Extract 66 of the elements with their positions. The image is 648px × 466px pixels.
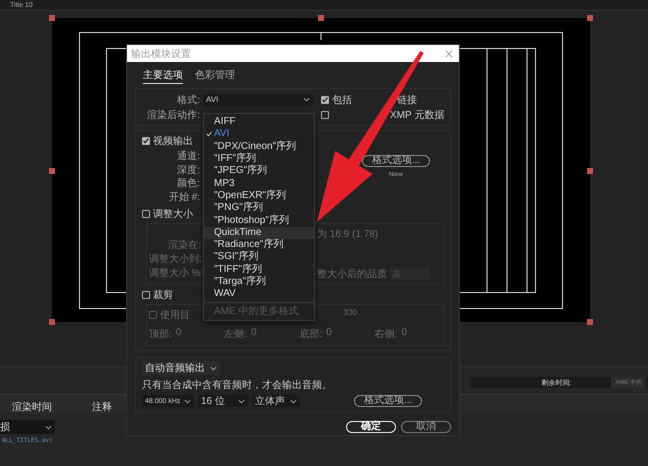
dialog-button[interactable]: 取消 <box>401 421 451 433</box>
bit-depth-dropdown[interactable]: 16 位 <box>198 395 248 407</box>
dialog-title: 输出模块设置 <box>131 48 191 60</box>
field-label: 深度: <box>176 164 200 177</box>
caret-icon <box>210 366 217 370</box>
close-icon[interactable] <box>445 50 453 58</box>
checkbox-label: 包括 <box>332 94 352 106</box>
format-options-button[interactable]: 格式选项... <box>354 395 422 407</box>
crop-size-text: 330 <box>344 308 357 319</box>
caret-icon <box>303 97 310 102</box>
menu-item[interactable]: QuickTime <box>204 226 314 239</box>
field-label: 整大小后的品质 <box>317 268 387 281</box>
format-dropdown[interactable]: AVI <box>203 94 313 106</box>
checkbox[interactable] <box>321 96 329 104</box>
caret-icon <box>290 398 297 404</box>
caret-icon <box>45 424 52 430</box>
menu-item[interactable]: "OpenEXR"序列 <box>204 190 314 202</box>
tab[interactable]: 色彩管理 <box>195 68 235 84</box>
dialog-button[interactable]: 确定 <box>346 421 396 433</box>
menu-item[interactable]: AIFF <box>204 116 314 128</box>
channels-dropdown[interactable]: 立体声 <box>252 395 300 407</box>
field-label: 通道: <box>176 150 200 164</box>
checkbox-label: XMP 元数据 <box>390 108 444 122</box>
tab[interactable]: 主要选项 <box>143 68 183 84</box>
checkbox[interactable] <box>142 290 150 298</box>
field-label: 右侧: <box>374 328 398 341</box>
menu-item[interactable]: "Radiance"序列 <box>204 238 314 252</box>
audio-mode-dropdown[interactable]: 自动音频输出 <box>142 361 220 375</box>
menu-item[interactable]: AVI <box>204 128 314 141</box>
checkbox-label: 调整大小 <box>153 208 193 220</box>
menu-item[interactable]: "DPX/Cineon"序列 <box>204 140 314 153</box>
aspect-ratio-text: 为 16:9 (1.78) <box>317 228 380 241</box>
checkbox-label: 使用目 <box>160 308 190 322</box>
field-label: 顶部: <box>149 328 172 341</box>
field-label: 格式: <box>176 94 200 106</box>
checkbox[interactable] <box>149 310 157 318</box>
checkbox-label: 视频输出 <box>153 134 193 148</box>
menu-item[interactable]: "Targa"序列 <box>204 276 314 288</box>
checkbox[interactable] <box>321 110 329 118</box>
caret-icon <box>238 398 245 404</box>
menu-item[interactable]: "IFF"序列 <box>204 152 314 166</box>
field-label: 调整大小到: <box>149 253 201 267</box>
menu-item[interactable]: "PNG"序列 <box>204 202 314 214</box>
field-label: 开始 #: <box>168 190 200 204</box>
checkbox[interactable] <box>142 136 150 144</box>
column-header[interactable]: 渲染时间 <box>12 400 52 414</box>
caret-icon <box>184 398 192 404</box>
output-module-dropdown[interactable]: 损 <box>0 420 55 434</box>
checkbox-label: 裁剪 <box>153 288 173 302</box>
check-icon <box>206 131 212 138</box>
checkbox-label: 链接 <box>397 94 417 106</box>
menu-item[interactable]: "Photoshop"序列 <box>204 214 314 227</box>
field-label: 渲染后动作: <box>146 108 200 122</box>
column-header[interactable]: 注释 <box>92 400 112 414</box>
menu-item[interactable]: MP3 <box>204 177 314 190</box>
menu-item[interactable]: "SGI"序列 <box>204 251 314 264</box>
field-label: 渲染在: <box>167 239 201 253</box>
field-label: 调整大小 %: <box>149 267 201 281</box>
checkbox[interactable] <box>142 210 150 218</box>
field-label: 底部: <box>299 328 322 341</box>
menu-item[interactable]: "TIFF"序列 <box>204 264 314 276</box>
field-label: 左侧: <box>224 328 247 341</box>
field-label: 颜色: <box>176 177 200 190</box>
menu-item[interactable]: WAV <box>204 288 314 300</box>
menu-item[interactable]: "JPEG"序列 <box>204 165 314 178</box>
audio-note: 只有当合成中含有音频时，才会输出音频。 <box>142 378 333 392</box>
